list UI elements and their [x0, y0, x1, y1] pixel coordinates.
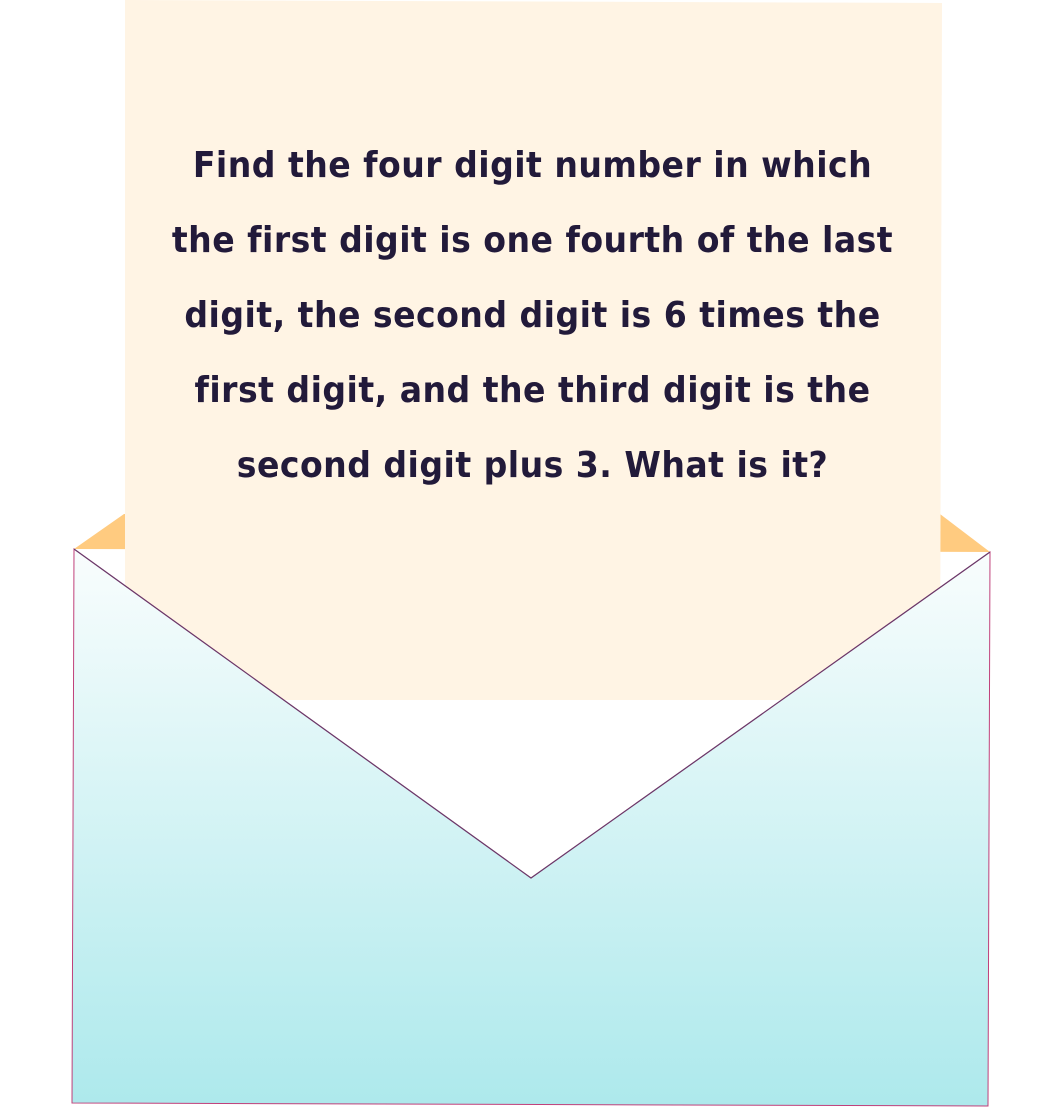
- envelope-illustration: Find the four digit number in which the …: [0, 0, 1063, 1108]
- puzzle-question: Find the four digit number in which the …: [171, 145, 894, 486]
